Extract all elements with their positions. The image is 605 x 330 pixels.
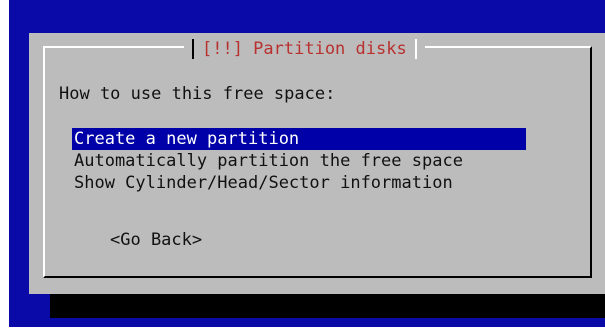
title-right-bar — [414, 39, 417, 59]
option-create-new-partition[interactable]: Create a new partition — [72, 128, 526, 150]
dialog-title-bar: [!!] Partition disks — [184, 36, 425, 62]
installer-screen: [!!] Partition disks How to use this fre… — [9, 0, 605, 327]
option-auto-partition-free-space[interactable]: Automatically partition the free space — [72, 150, 526, 172]
dialog-question: How to use this free space: — [59, 84, 336, 104]
options-list: Create a new partition Automatically par… — [72, 128, 526, 194]
option-show-chs-information[interactable]: Show Cylinder/Head/Sector information — [72, 172, 526, 194]
dialog-shadow — [50, 294, 605, 318]
dialog-title: [!!] Partition disks — [202, 39, 407, 59]
partition-dialog: [!!] Partition disks How to use this fre… — [29, 33, 605, 294]
go-back-button[interactable]: <Go Back> — [110, 230, 202, 250]
title-left-bar — [192, 39, 194, 59]
